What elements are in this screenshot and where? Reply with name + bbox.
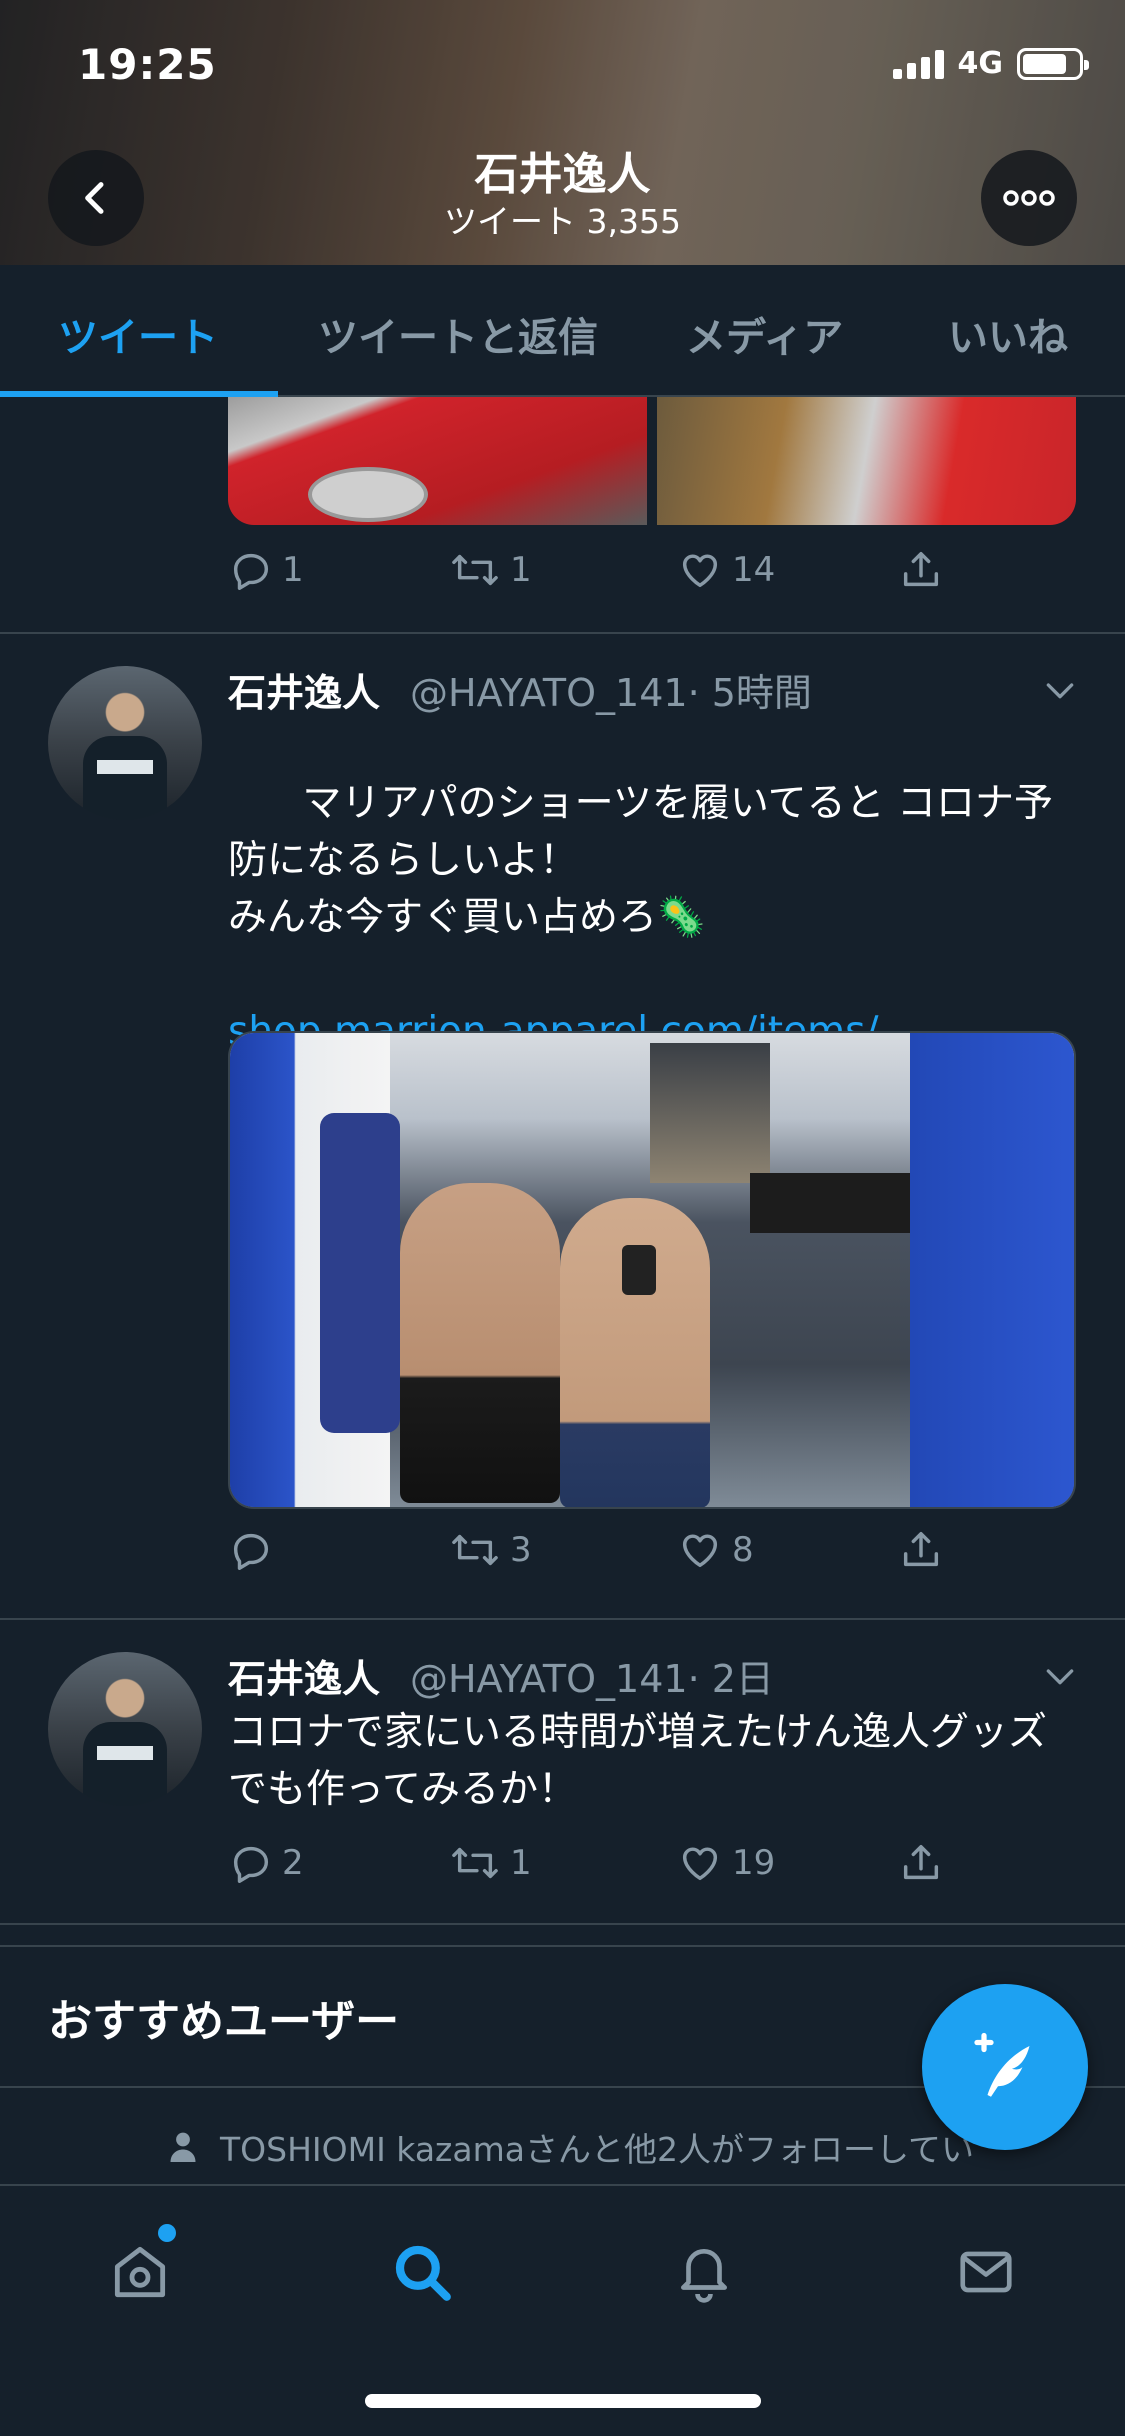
battery-icon — [1017, 47, 1089, 80]
reply-count: 2 — [282, 1843, 304, 1883]
share-icon — [903, 1844, 939, 1880]
avatar[interactable] — [48, 666, 202, 820]
nav-notifications[interactable] — [664, 2232, 744, 2312]
reply-icon — [233, 1846, 269, 1883]
retweet-count: 1 — [510, 550, 532, 590]
like-icon — [682, 1847, 718, 1881]
like-button[interactable]: 14 — [676, 547, 775, 593]
retweet-icon — [452, 1847, 498, 1879]
home-indicator[interactable] — [365, 2394, 761, 2408]
tweet-actions: 2 1 19 — [228, 1840, 1048, 1900]
retweet-count: 3 — [510, 1530, 532, 1570]
handle-text: @HAYATO_141 — [410, 671, 688, 715]
tab-likes[interactable]: いいね — [948, 305, 1068, 363]
tab-media[interactable]: メディア — [686, 305, 843, 363]
like-count: 8 — [732, 1530, 754, 1570]
like-icon — [682, 554, 718, 588]
timeline[interactable]: 1 1 14 石井逸人 @HAYATO_141· 5時間 マリアパのショーツを履… — [0, 397, 1125, 2184]
reply-icon — [233, 553, 269, 590]
tweet-time: · 2日 — [687, 1657, 774, 1701]
like-button[interactable]: 19 — [676, 1840, 775, 1886]
tweet-author-handle[interactable]: @HAYATO_141· 2日 — [410, 1648, 774, 1703]
profile-header: 19:25 4G 石井逸人 ツイート 3,355 — [0, 0, 1125, 265]
home-icon — [114, 2246, 166, 2298]
compose-tweet-button[interactable] — [922, 1984, 1088, 2150]
tweet-author-name[interactable]: 石井逸人 — [228, 662, 380, 717]
tweet-author-handle[interactable]: @HAYATO_141· 5時間 — [410, 662, 812, 717]
tweet-actions: 1 1 14 — [228, 547, 1048, 607]
like-count: 14 — [732, 550, 776, 590]
nav-search[interactable] — [382, 2232, 462, 2312]
status-icons: 4G — [892, 46, 1089, 81]
media-image-left[interactable] — [228, 397, 647, 525]
notifications-icon — [681, 2249, 727, 2303]
handle-text: @HAYATO_141 — [410, 1657, 688, 1701]
profile-tabs: ツイート ツイートと返信 メディア いいね — [0, 265, 1125, 397]
retweet-icon — [452, 1534, 498, 1566]
chevron-down-icon[interactable] — [1040, 670, 1080, 710]
tweet-media-partial[interactable] — [228, 397, 1076, 525]
tab-tweets-and-replies[interactable]: ツイートと返信 — [318, 305, 598, 363]
retweet-button[interactable]: 1 — [448, 547, 532, 593]
new-content-dot — [158, 2224, 176, 2242]
tweet-body: マリアパのショーツを履いてると コロナ予防になるらしいよ！ みんな今すぐ買い占め… — [228, 781, 1054, 940]
nav-home[interactable] — [100, 2232, 180, 2312]
suggested-users-title: おすすめユーザー — [48, 1996, 400, 2047]
retweet-icon — [452, 554, 498, 586]
share-button[interactable] — [898, 547, 944, 593]
followed-by-text: TOSHIOMI kazamaさんと他2人がフォローしてい — [220, 2130, 974, 2169]
tweet-author-name[interactable]: 石井逸人 — [228, 1648, 380, 1703]
tweet-count: ツイート 3,355 — [444, 202, 681, 241]
tweet-text: コロナで家にいる時間が増えたけん逸人グッズでも作ってみるか！ — [228, 1710, 1048, 1812]
page-title: 石井逸人 — [474, 149, 651, 200]
share-button[interactable] — [898, 1527, 944, 1573]
tweet-item[interactable]: 1 1 14 — [0, 397, 1125, 634]
compose-icon — [974, 2032, 1030, 2097]
reply-icon — [233, 1533, 269, 1570]
reply-count: 1 — [282, 550, 304, 590]
media-image-right[interactable] — [657, 397, 1076, 525]
tab-tweets[interactable]: ツイート — [58, 305, 218, 363]
share-button[interactable] — [898, 1840, 944, 1886]
share-icon — [903, 1531, 939, 1567]
status-time: 19:25 — [78, 40, 217, 89]
reply-button[interactable] — [228, 1527, 282, 1573]
retweet-button[interactable]: 1 — [448, 1840, 532, 1886]
person-icon — [170, 2132, 196, 2162]
tweet-actions: 3 8 — [228, 1527, 1048, 1587]
more-button[interactable] — [981, 150, 1077, 246]
like-count: 19 — [732, 1843, 776, 1883]
more-icon — [1003, 190, 1055, 206]
avatar[interactable] — [48, 1652, 202, 1806]
tweet-item[interactable]: 石井逸人 @HAYATO_141· 2日 コロナで家にいる時間が増えたけん逸人グ… — [0, 1620, 1125, 1925]
signal-icon — [892, 49, 944, 79]
messages-icon — [960, 2251, 1012, 2293]
nav-messages[interactable] — [946, 2232, 1026, 2312]
tweet-item[interactable]: 石井逸人 @HAYATO_141· 5時間 マリアパのショーツを履いてると コロ… — [0, 634, 1125, 1620]
reply-button[interactable]: 2 — [228, 1840, 304, 1886]
network-label: 4G — [957, 46, 1004, 81]
like-icon — [682, 1534, 718, 1568]
suggested-followed-by[interactable]: TOSHIOMI kazamaさんと他2人がフォローしてい — [168, 2123, 974, 2171]
retweet-count: 1 — [510, 1843, 532, 1883]
tweet-time: · 5時間 — [687, 671, 812, 715]
like-button[interactable]: 8 — [676, 1527, 754, 1573]
share-icon — [903, 551, 939, 587]
chevron-down-icon[interactable] — [1040, 1656, 1080, 1696]
search-icon — [395, 2245, 451, 2301]
reply-button[interactable]: 1 — [228, 547, 304, 593]
retweet-button[interactable]: 3 — [448, 1527, 532, 1573]
tweet-media-photo[interactable] — [228, 1031, 1076, 1509]
